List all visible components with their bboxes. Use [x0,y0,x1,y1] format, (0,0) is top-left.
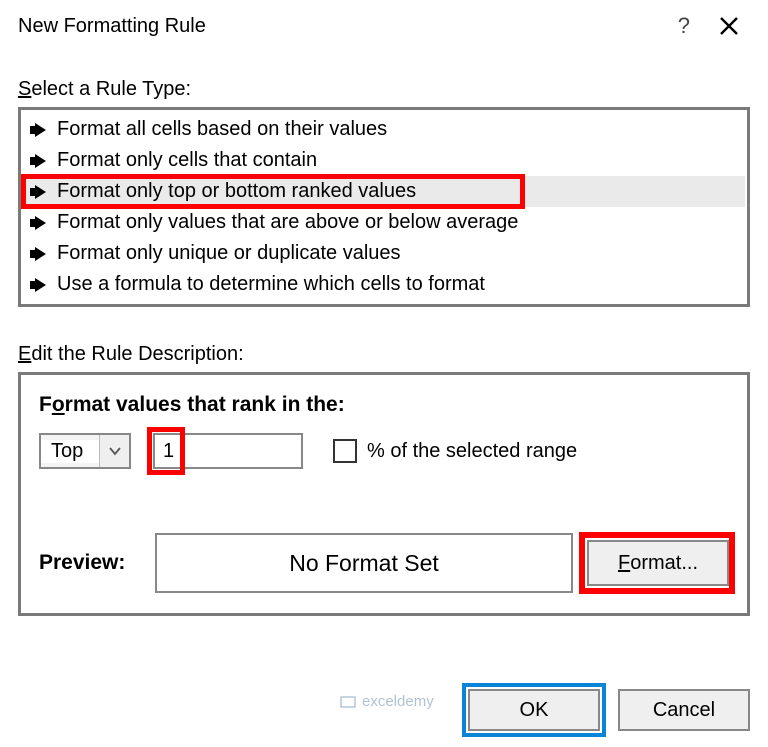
rank-direction-select[interactable]: Top [39,433,131,469]
rule-icon [29,246,47,262]
ok-button-wrap: OK [468,689,600,731]
rule-description-label: Edit the Rule Description: [18,343,750,366]
watermark-icon [340,694,356,710]
rule-icon [29,184,47,200]
rank-direction-value: Top [41,440,99,463]
rule-description-section: Edit the Rule Description: Format values… [18,327,750,616]
rule-description-box: Format values that rank in the: Top [18,372,750,616]
rule-type-list: Format all cells based on their values F… [18,107,750,307]
ok-button[interactable]: OK [468,689,600,731]
preview-box: No Format Set [155,533,573,593]
rule-type-item-selected[interactable]: Format only top or bottom ranked values [23,176,745,207]
rule-icon [29,215,47,231]
close-button[interactable] [704,11,754,41]
cancel-button[interactable]: Cancel [618,689,750,731]
percent-checkbox-label: % of the selected range [367,440,577,463]
rule-type-item[interactable]: Format only values that are above or bel… [23,207,745,238]
rank-direction-dropdown-button[interactable] [99,435,129,467]
rank-controls-row: Top % of the selected range [39,433,729,469]
rule-type-item[interactable]: Format only unique or duplicate values [23,238,745,269]
help-button[interactable]: ? [664,9,704,43]
rule-type-text: Format only unique or duplicate values [57,242,401,265]
rule-type-text: Format only cells that contain [57,149,317,172]
rule-type-text: Use a formula to determine which cells t… [57,273,485,296]
rank-value-input[interactable] [153,433,303,469]
rule-type-item[interactable]: Use a formula to determine which cells t… [23,269,745,300]
percent-checkbox-wrap: % of the selected range [333,439,577,463]
watermark: exceldemy [340,693,434,710]
close-icon [718,15,740,37]
percent-checkbox[interactable] [333,439,357,463]
format-button-wrap: Format... [587,540,729,586]
dialog-content: Select a Rule Type: Format all cells bas… [0,52,768,675]
rule-type-text: Format only top or bottom ranked values [57,180,416,203]
rule-icon [29,122,47,138]
rule-type-item[interactable]: Format only cells that contain [23,145,745,176]
rule-type-label: Select a Rule Type: [18,78,750,101]
format-button[interactable]: Format... [587,540,729,586]
format-values-label: Format values that rank in the: [39,393,729,417]
rank-value-wrap [153,433,303,469]
dialog-footer: exceldemy OK Cancel [0,675,768,747]
dialog-title: New Formatting Rule [18,15,664,38]
rule-icon [29,277,47,293]
titlebar: New Formatting Rule ? [0,0,768,52]
rule-type-text: Format only values that are above or bel… [57,211,518,234]
preview-label: Preview: [39,551,141,575]
rule-type-text: Format all cells based on their values [57,118,387,141]
preview-row: Preview: No Format Set Format... [39,533,729,593]
chevron-down-icon [108,446,122,456]
rule-type-item[interactable]: Format all cells based on their values [23,114,745,145]
rule-icon [29,153,47,169]
new-formatting-rule-dialog: New Formatting Rule ? Select a Rule Type… [0,0,768,747]
